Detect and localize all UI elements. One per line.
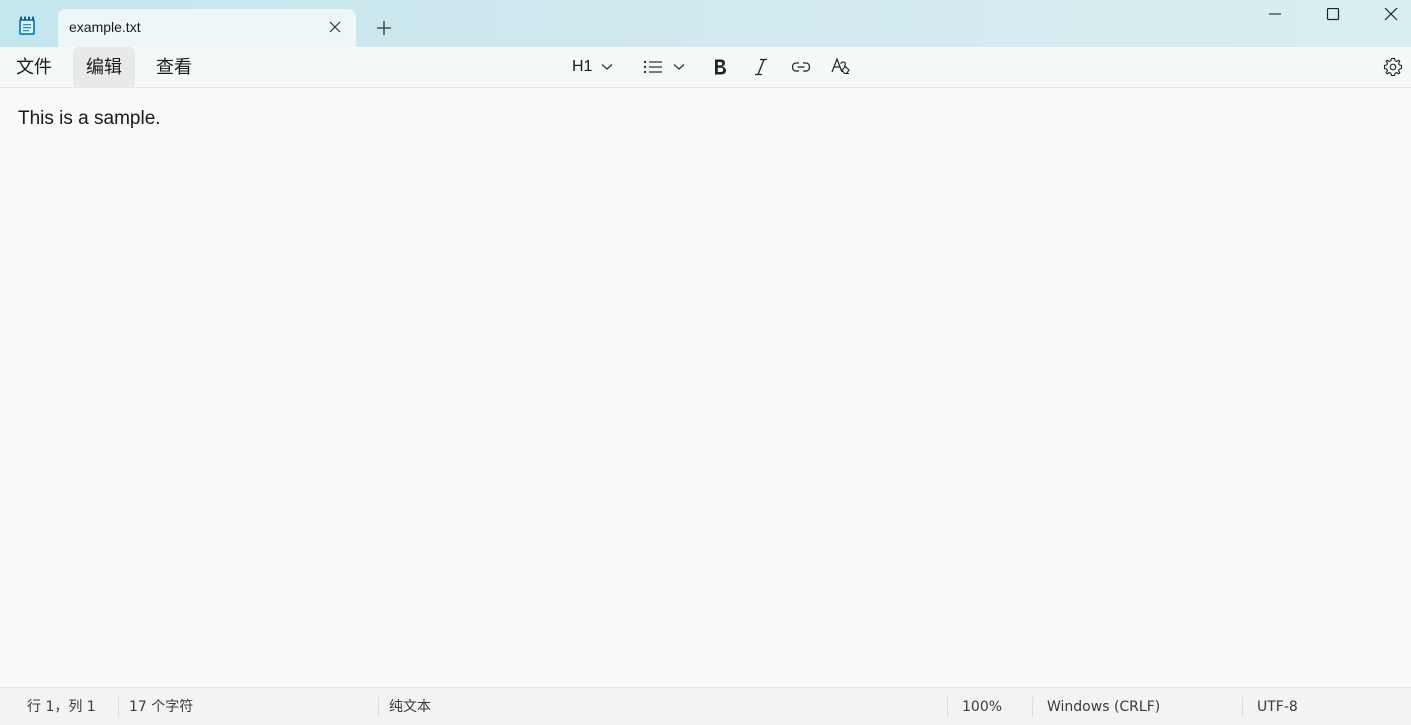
zoom-level[interactable]: 100% <box>962 688 1002 725</box>
status-divider <box>947 697 948 717</box>
italic-icon <box>753 58 769 76</box>
tab-example-txt[interactable]: example.txt <box>58 9 356 47</box>
link-button[interactable] <box>791 47 811 87</box>
status-divider <box>118 697 119 717</box>
editor-content[interactable]: This is a sample. <box>18 108 161 130</box>
close-tab-icon[interactable] <box>328 19 342 33</box>
heading-label: H1 <box>572 58 593 75</box>
clear-formatting-icon <box>831 57 851 77</box>
menu-edit[interactable]: 编辑 <box>73 47 135 87</box>
close-window-button[interactable] <box>1362 0 1411 30</box>
menu-view[interactable]: 查看 <box>143 47 205 87</box>
line-ending[interactable]: Windows (CRLF) <box>1047 688 1160 725</box>
list-icon <box>643 59 663 75</box>
tab-title: example.txt <box>69 19 141 35</box>
heading-dropdown[interactable]: H1 <box>572 47 613 87</box>
link-icon <box>791 60 811 74</box>
plus-icon[interactable] <box>372 16 396 40</box>
minimize-button[interactable] <box>1246 0 1304 30</box>
settings-button[interactable] <box>1383 47 1403 87</box>
status-divider <box>1032 697 1033 717</box>
status-bar: 行 1，列 1 17 个字符 纯文本 100% Windows (CRLF) U… <box>0 687 1411 725</box>
cursor-position: 行 1，列 1 <box>27 699 96 715</box>
notepad-icon <box>18 16 36 36</box>
list-dropdown[interactable] <box>643 47 685 87</box>
document-format[interactable]: 纯文本 <box>389 688 431 725</box>
minimize-icon <box>1269 13 1281 15</box>
maximize-icon <box>1326 8 1340 21</box>
editor-area[interactable]: This is a sample. <box>0 88 1411 687</box>
italic-button[interactable] <box>753 47 769 87</box>
chevron-down-icon <box>601 63 613 71</box>
chevron-down-icon <box>673 63 685 71</box>
bold-icon <box>712 58 728 76</box>
encoding[interactable]: UTF-8 <box>1257 688 1298 725</box>
bold-button[interactable] <box>712 47 728 87</box>
settings-icon <box>1383 57 1403 77</box>
character-count: 17 个字符 <box>129 699 194 715</box>
clear-formatting-button[interactable] <box>831 47 851 87</box>
maximize-button[interactable] <box>1304 0 1362 30</box>
status-divider <box>378 697 379 717</box>
toolbar: 文件 编辑 查看 H1 <box>0 47 1411 88</box>
status-divider <box>1242 697 1243 717</box>
menu-file[interactable]: 文件 <box>3 47 65 87</box>
close-icon <box>1384 8 1398 21</box>
title-bar: example.txt <box>0 0 1411 47</box>
